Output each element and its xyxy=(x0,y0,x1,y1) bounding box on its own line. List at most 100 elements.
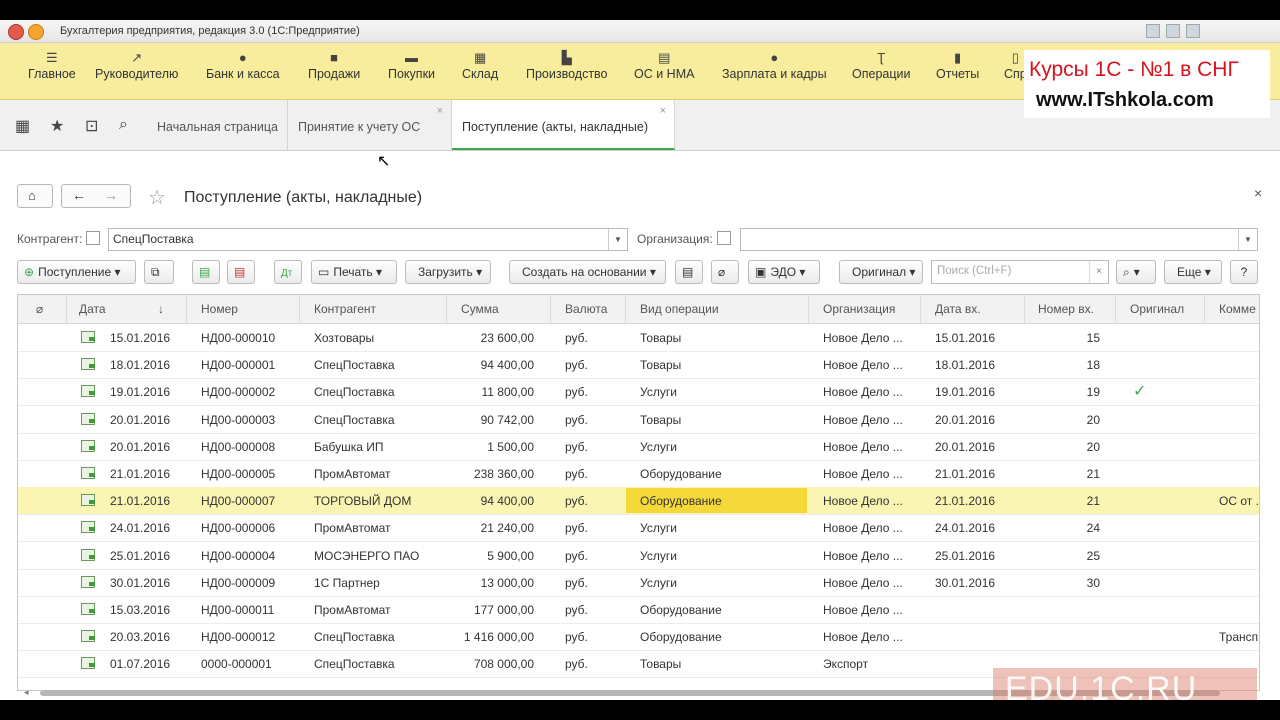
chevron-down-icon[interactable]: ▼ xyxy=(1238,229,1257,250)
edo-button[interactable]: ▣ ЭДО ▾ xyxy=(748,260,820,284)
page-title: Поступление (акты, накладные) xyxy=(184,189,423,206)
menu-item-salary[interactable]: ● Зарплата и кадры xyxy=(722,51,827,82)
column-header-organization[interactable]: Организация xyxy=(823,302,895,316)
clear-icon[interactable]: × xyxy=(1089,261,1108,283)
menu-item-reports[interactable]: ▮ Отчеты xyxy=(936,51,979,82)
forward-arrow-icon[interactable]: → xyxy=(104,187,118,203)
table-row[interactable]: 15.01.2016 НД00-000010 Хозтовары 23 600,00 р… xyxy=(18,324,1259,352)
attachment-column-icon[interactable]: ⌀ xyxy=(36,302,43,316)
favorite-star-icon[interactable]: ☆ xyxy=(148,185,166,210)
unpost-button[interactable]: ▤ xyxy=(227,260,255,284)
cell-org: Новое Дело ... xyxy=(823,603,903,617)
cell-op: Услуги xyxy=(640,521,677,536)
organization-label: Организация: xyxy=(637,232,713,246)
chevron-down-icon[interactable]: ▼ xyxy=(608,229,627,250)
table-row[interactable]: 15.03.2016 НД00-000011 ПромАвтомат 177 000,… xyxy=(18,596,1259,624)
receipt-create-button[interactable]: ⊕ Поступление ▾ xyxy=(17,260,136,284)
contractor-field[interactable]: СпецПоставка ▼ xyxy=(108,228,628,251)
search-options-button[interactable]: ⌕ ▾ xyxy=(1116,260,1156,284)
table-row[interactable]: 20.03.2016 НД00-000012 СпецПоставка 1 416 0… xyxy=(18,623,1259,652)
post-button[interactable]: ▤ xyxy=(192,260,220,284)
organization-checkbox[interactable] xyxy=(717,231,731,245)
menu-item-operations[interactable]: Ʈ Операции xyxy=(852,51,910,82)
table-row[interactable]: 18.01.2016 НД00-000001 СпецПоставка 94 400,… xyxy=(18,351,1259,380)
column-header-currency[interactable]: Валюта xyxy=(565,302,607,316)
cell-num-in: 19 xyxy=(1086,385,1100,400)
window-control-icon[interactable] xyxy=(1146,24,1160,38)
search-input[interactable]: Поиск (Ctrl+F) × xyxy=(931,260,1109,284)
report-button[interactable]: ▤ xyxy=(675,260,703,284)
load-button[interactable]: Загрузить ▾ xyxy=(405,260,491,284)
cell-cur: руб. xyxy=(565,657,588,672)
tab-asset-acceptance[interactable]: Принятие к учету ОС × xyxy=(288,100,452,150)
cell-cur: руб. xyxy=(565,412,588,427)
search-icon[interactable]: ⌕ xyxy=(119,116,128,134)
menu-item-purchases[interactable]: ▬ Покупки xyxy=(388,51,435,82)
cell-comment: ОС от ... xyxy=(1219,494,1259,509)
copy-button[interactable]: ⧉ xyxy=(144,260,174,284)
app-window: Бухгалтерия предприятия, редакция 3.0 (1… xyxy=(0,20,1280,700)
menu-item-production[interactable]: ▙ Производство xyxy=(526,51,608,82)
apps-grid-icon[interactable]: ▦ xyxy=(15,116,30,136)
sort-down-icon[interactable]: ↓ xyxy=(158,302,164,316)
window-control-icon[interactable] xyxy=(1186,24,1200,38)
dt-kt-button[interactable]: Дт xyxy=(274,260,302,284)
app-menu-icon[interactable] xyxy=(28,24,44,40)
print-button[interactable]: ▭ Печать ▾ xyxy=(311,260,397,284)
cell-date: 15.01.2016 xyxy=(110,331,171,345)
documents-table: ⌀ Дата ↓ Номер Контрагент Сумма Валюта В… xyxy=(17,294,1260,691)
column-header-contractor[interactable]: Контрагент xyxy=(314,302,376,316)
cell-cur: руб. xyxy=(565,385,588,400)
menu-item-manager[interactable]: ↗ Руководителю xyxy=(95,51,178,82)
table-row[interactable]: 21.01.2016 НД00-000007 ТОРГОВЫЙ ДОМ 94 400,… xyxy=(18,487,1259,516)
cell-date: 19.01.2016 xyxy=(110,385,171,400)
cell-contractor: СпецПоставка xyxy=(314,385,395,400)
column-header-operation[interactable]: Вид операции xyxy=(640,302,719,316)
menu-item-bank[interactable]: ● Банк и касса xyxy=(206,51,280,82)
column-header-date-in[interactable]: Дата вх. xyxy=(935,302,981,316)
posted-document-icon xyxy=(81,575,95,588)
back-arrow-icon[interactable]: ← xyxy=(72,187,86,203)
cell-sum: 1 416 000,00 xyxy=(463,630,534,645)
create-based-on-button[interactable]: Создать на основании ▾ xyxy=(509,260,666,284)
table-row[interactable]: 20.01.2016 НД00-000008 Бабушка ИП 1 500,00 р… xyxy=(18,433,1259,461)
table-row[interactable]: 20.01.2016 НД00-000003 СпецПоставка 90 742,… xyxy=(18,406,1259,434)
menu-item-assets[interactable]: ▤ ОС и НМА xyxy=(634,51,694,82)
close-icon[interactable]: × xyxy=(660,105,666,117)
table-row[interactable]: 19.01.2016 НД00-000002 СпецПоставка 11 800,… xyxy=(18,378,1259,407)
menu-item-warehouse[interactable]: ▦ Склад xyxy=(462,51,498,82)
organization-field[interactable]: ▼ xyxy=(740,228,1258,251)
column-header-number[interactable]: Номер xyxy=(201,302,238,316)
close-icon[interactable]: × xyxy=(437,105,443,117)
more-button[interactable]: Еще ▾ xyxy=(1164,260,1222,284)
cell-num-in: 21 xyxy=(1086,494,1100,509)
posted-document-icon xyxy=(81,521,95,534)
column-header-original[interactable]: Оригинал xyxy=(1130,302,1184,316)
scroll-left-icon[interactable]: ◂ xyxy=(24,687,29,698)
help-button[interactable]: ? xyxy=(1230,260,1258,284)
close-form-icon[interactable]: × xyxy=(1254,185,1262,201)
column-header-number-in[interactable]: Номер вх. xyxy=(1038,302,1094,316)
history-icon[interactable]: ⊡ xyxy=(85,116,98,136)
home-button[interactable]: ⌂ xyxy=(17,184,53,208)
column-header-sum[interactable]: Сумма xyxy=(461,302,499,316)
table-row[interactable]: 21.01.2016 НД00-000005 ПромАвтомат 238 360,… xyxy=(18,460,1259,488)
tab-home[interactable]: Начальная страница xyxy=(147,100,288,150)
favorites-star-icon[interactable]: ★ xyxy=(50,116,64,136)
original-button[interactable]: Оригинал ▾ xyxy=(839,260,923,284)
table-row[interactable]: 24.01.2016 НД00-000006 ПромАвтомат 21 240,0… xyxy=(18,514,1259,543)
cell-date: 25.01.2016 xyxy=(110,548,171,563)
table-row[interactable]: 30.01.2016 НД00-000009 1С Партнер 13 000,00… xyxy=(18,569,1259,597)
bag-icon: ■ xyxy=(330,50,339,65)
table-row[interactable]: 25.01.2016 НД00-000004 МОСЭНЕРГО ПАО 5 900,… xyxy=(18,542,1259,570)
window-control-icon[interactable] xyxy=(1166,24,1180,38)
title-icons xyxy=(8,24,44,40)
column-header-comment[interactable]: Комме xyxy=(1219,302,1256,316)
cell-op: Товары xyxy=(640,412,682,427)
attach-button[interactable]: ⌀ xyxy=(711,260,739,284)
column-header-date[interactable]: Дата xyxy=(79,302,106,316)
contractor-checkbox[interactable] xyxy=(86,231,100,245)
tab-receipts[interactable]: Поступление (акты, накладные) × xyxy=(452,100,675,150)
menu-item-sales[interactable]: ■ Продажи xyxy=(308,50,360,82)
menu-item-main[interactable]: ☰ Главное xyxy=(28,51,76,82)
